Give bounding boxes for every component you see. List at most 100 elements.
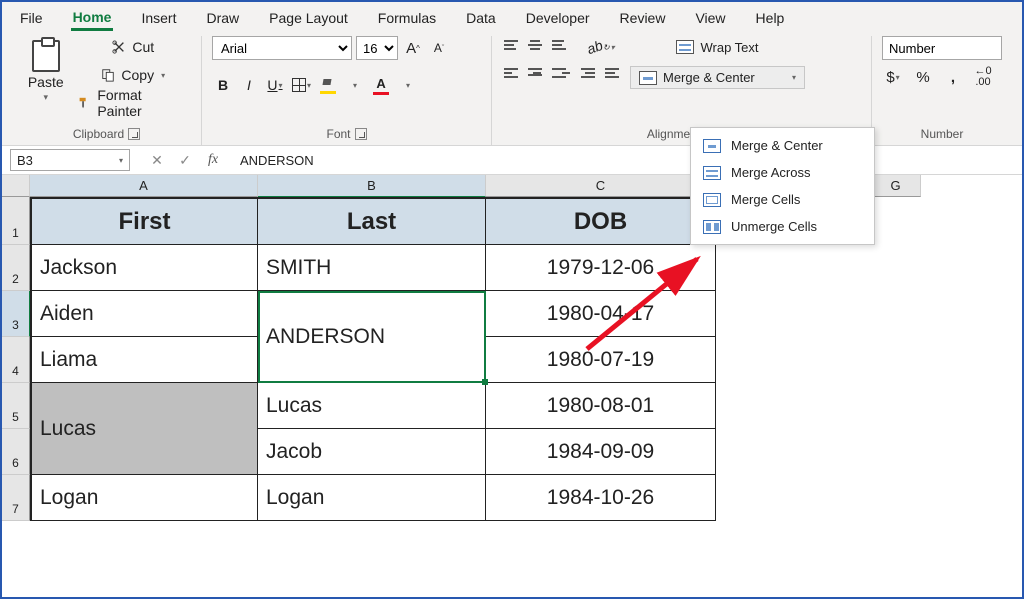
- brush-icon: [77, 96, 91, 110]
- underline-button[interactable]: U▾: [264, 74, 286, 96]
- format-painter-button[interactable]: Format Painter: [75, 92, 191, 114]
- cell-B1[interactable]: Last: [258, 197, 486, 245]
- tab-insert[interactable]: Insert: [139, 7, 178, 29]
- cell-C3[interactable]: 1980-04-17: [486, 291, 716, 337]
- font-size-select[interactable]: 16: [356, 36, 398, 60]
- unmerge-cells-icon: [703, 220, 721, 234]
- row-header-6[interactable]: 6: [2, 429, 30, 475]
- tab-draw[interactable]: Draw: [204, 7, 241, 29]
- tab-formulas[interactable]: Formulas: [376, 7, 438, 29]
- orientation-icon: ab: [585, 37, 605, 57]
- row-header-3[interactable]: 3: [2, 291, 30, 337]
- border-icon: [292, 78, 306, 92]
- cell-C4[interactable]: 1980-07-19: [486, 337, 716, 383]
- select-all-corner[interactable]: [2, 175, 30, 197]
- tab-data[interactable]: Data: [464, 7, 498, 29]
- cell-B5[interactable]: Lucas: [258, 383, 486, 429]
- unmerge-cells-option-label: Unmerge Cells: [731, 219, 817, 234]
- cell-A5-merged[interactable]: Lucas: [30, 383, 258, 475]
- cell-A4[interactable]: Liama: [30, 337, 258, 383]
- cell-C1[interactable]: DOB: [486, 197, 716, 245]
- merge-center-button[interactable]: Merge & Center ▾: [630, 66, 805, 89]
- font-name-select[interactable]: Arial: [212, 36, 352, 60]
- decrease-font-button[interactable]: Aˇ: [428, 37, 450, 59]
- cell-C6[interactable]: 1984-09-09: [486, 429, 716, 475]
- cell-B7[interactable]: Logan: [258, 475, 486, 521]
- tab-page-layout[interactable]: Page Layout: [267, 7, 350, 29]
- tab-help[interactable]: Help: [754, 7, 787, 29]
- cell-C2[interactable]: 1979-12-06: [486, 245, 716, 291]
- clipboard-icon: [32, 40, 60, 72]
- decrease-indent-button[interactable]: [578, 64, 600, 86]
- name-box[interactable]: B3 ▾: [10, 149, 130, 171]
- tab-home[interactable]: Home: [71, 6, 114, 31]
- increase-font-button[interactable]: A^: [402, 37, 424, 59]
- orientation-button[interactable]: ab↻▾: [578, 36, 624, 58]
- middle-align-button[interactable]: [526, 36, 548, 58]
- tab-file[interactable]: File: [18, 7, 45, 29]
- increase-indent-button[interactable]: [602, 64, 624, 86]
- clipboard-group-label: Clipboard: [73, 127, 124, 141]
- left-align-button[interactable]: [502, 64, 524, 86]
- row-header-7[interactable]: 7: [2, 475, 30, 521]
- scissors-icon: [112, 40, 126, 54]
- cell-B2[interactable]: SMITH: [258, 245, 486, 291]
- border-button[interactable]: ▾: [290, 74, 313, 96]
- col-header-C[interactable]: C: [486, 175, 716, 197]
- row-header-4[interactable]: 4: [2, 337, 30, 383]
- copy-label: Copy: [121, 67, 154, 83]
- tab-view[interactable]: View: [693, 7, 727, 29]
- accept-formula-button[interactable]: ✓: [174, 149, 196, 171]
- fill-color-chevron[interactable]: ▾: [344, 74, 366, 96]
- font-dialog-launcher[interactable]: [355, 128, 367, 140]
- fill-color-button[interactable]: [317, 74, 339, 96]
- paste-button[interactable]: Paste ▾: [22, 36, 69, 107]
- tab-review[interactable]: Review: [618, 7, 668, 29]
- cell-C7[interactable]: 1984-10-26: [486, 475, 716, 521]
- cell-A1[interactable]: First: [30, 197, 258, 245]
- top-align-button[interactable]: [502, 36, 524, 58]
- wrap-text-icon: [676, 40, 694, 54]
- currency-button[interactable]: $▾: [882, 66, 904, 88]
- merge-across-option-label: Merge Across: [731, 165, 810, 180]
- col-header-B[interactable]: B: [258, 175, 486, 197]
- tab-developer[interactable]: Developer: [524, 7, 592, 29]
- cell-A2[interactable]: Jackson: [30, 245, 258, 291]
- comma-button[interactable]: ,: [942, 66, 964, 88]
- bottom-align-button[interactable]: [550, 36, 572, 58]
- formula-value[interactable]: ANDERSON: [232, 153, 322, 168]
- clipboard-dialog-launcher[interactable]: [128, 128, 140, 140]
- cell-B3-merged[interactable]: ANDERSON: [258, 291, 486, 383]
- merge-center-option[interactable]: Merge & Center: [691, 132, 874, 159]
- font-color-chevron[interactable]: ▾: [397, 74, 419, 96]
- cell-C5[interactable]: 1980-08-01: [486, 383, 716, 429]
- cell-A7[interactable]: Logan: [30, 475, 258, 521]
- col-header-A[interactable]: A: [30, 175, 258, 197]
- row-header-1[interactable]: 1: [2, 197, 30, 245]
- cell-A3[interactable]: Aiden: [30, 291, 258, 337]
- cut-button[interactable]: Cut: [75, 36, 191, 58]
- cancel-formula-button[interactable]: ✕: [146, 149, 168, 171]
- center-align-button[interactable]: [526, 64, 548, 86]
- col-header-G[interactable]: G: [871, 175, 921, 197]
- italic-button[interactable]: I: [238, 74, 260, 96]
- font-group-label: Font: [326, 127, 350, 141]
- unmerge-cells-option[interactable]: Unmerge Cells: [691, 213, 874, 240]
- cell-B6[interactable]: Jacob: [258, 429, 486, 475]
- row-header-2[interactable]: 2: [2, 245, 30, 291]
- merge-cells-option[interactable]: Merge Cells: [691, 186, 874, 213]
- right-align-button[interactable]: [550, 64, 572, 86]
- bold-button[interactable]: B: [212, 74, 234, 96]
- merge-across-option[interactable]: Merge Across: [691, 159, 874, 186]
- number-format-select[interactable]: [882, 36, 1002, 60]
- copy-button[interactable]: Copy ▾: [75, 64, 191, 86]
- chevron-down-icon: ▾: [119, 156, 123, 165]
- percent-button[interactable]: %: [912, 66, 934, 88]
- row-header-5[interactable]: 5: [2, 383, 30, 429]
- increase-decimal-button[interactable]: ←0.00: [972, 66, 994, 88]
- wrap-text-button[interactable]: Wrap Text: [630, 36, 805, 58]
- font-color-button[interactable]: A: [370, 74, 392, 96]
- insert-function-button[interactable]: fx: [202, 149, 224, 171]
- top-align-icon: [504, 40, 522, 54]
- bucket-icon: [321, 76, 335, 90]
